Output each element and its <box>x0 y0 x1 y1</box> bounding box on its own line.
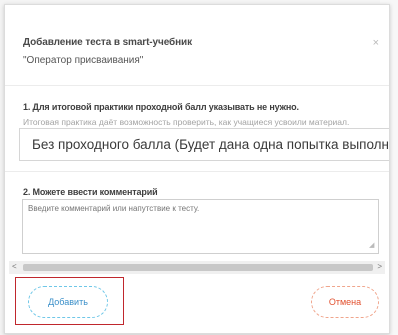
dialog-subtitle: "Оператор присваивания" <box>23 55 144 66</box>
add-button[interactable]: Добавить <box>28 286 108 318</box>
scroll-right-icon[interactable]: > <box>377 262 382 271</box>
horizontal-scrollbar[interactable]: < > <box>9 261 385 274</box>
section-divider <box>5 171 389 172</box>
comment-field[interactable] <box>22 199 379 254</box>
add-test-dialog: Добавление теста в smart-учебник "Операт… <box>4 4 390 334</box>
question-1-hint: Итоговая практика даёт возможность прове… <box>23 117 350 127</box>
header-divider <box>5 85 389 86</box>
pass-score-selected-value: Без проходного балла (Будет дана одна по… <box>32 137 390 152</box>
scrollbar-thumb[interactable] <box>23 264 373 271</box>
resize-handle-icon[interactable]: ◢ <box>369 241 374 249</box>
question-2-label: 2. Можете ввести комментарий <box>23 187 158 197</box>
dialog-title: Добавление теста в smart-учебник <box>23 37 193 48</box>
pass-score-select[interactable]: Без проходного балла (Будет дана одна по… <box>19 128 390 161</box>
dialog-header: Добавление теста в smart-учебник "Операт… <box>23 37 371 66</box>
cancel-button[interactable]: Отмена <box>311 286 379 318</box>
question-1-label: 1. Для итоговой практики проходной балл … <box>23 102 299 112</box>
scroll-left-icon[interactable]: < <box>12 262 17 271</box>
close-icon[interactable]: × <box>373 37 379 49</box>
